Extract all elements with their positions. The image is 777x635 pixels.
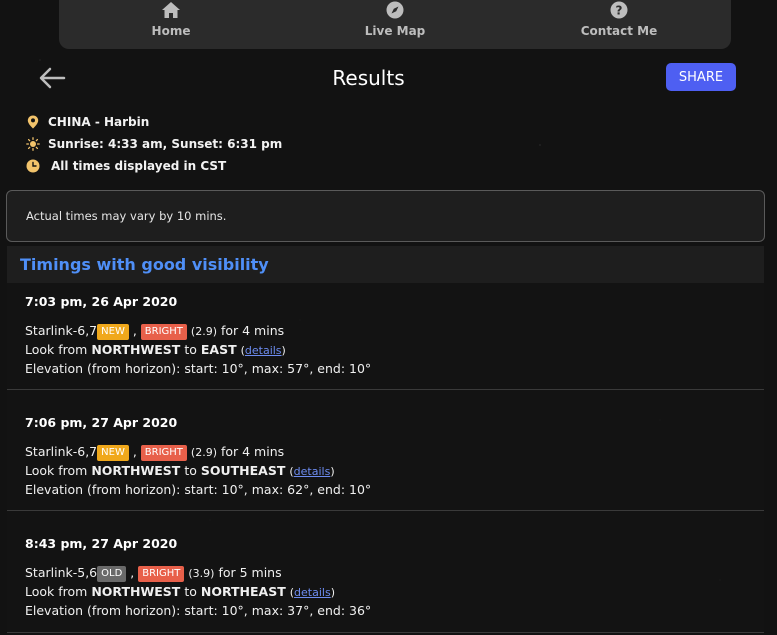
nav-label: Live Map <box>364 24 426 38</box>
separator: , <box>132 444 137 459</box>
home-icon <box>161 0 181 20</box>
magnitude: (3.9) <box>188 567 215 580</box>
sun-times-row: Sunrise: 4:33 am, Sunset: 6:31 pm <box>26 137 282 151</box>
svg-text:?: ? <box>616 4 623 18</box>
to-word: to <box>184 342 197 357</box>
magnitude: (2.9) <box>190 446 217 459</box>
satellite-name: Starlink-6,7 <box>25 444 98 459</box>
look-prefix: Look from <box>25 463 88 478</box>
timezone-row: All times displayed in CST <box>26 159 226 173</box>
map-pin-icon <box>26 115 40 129</box>
direction-to: SOUTHEAST <box>200 463 286 478</box>
pass-elevation-line: Elevation (from horizon): start: 10°, ma… <box>25 603 372 618</box>
top-nav: Home Live Map ? Contact Me <box>59 0 731 49</box>
new-badge: NEW <box>97 445 129 461</box>
pass-direction-line: Look from NORTHWEST to NORTHEAST (detail… <box>25 584 335 599</box>
pass-direction-line: Look from NORTHWEST to EAST (details) <box>25 342 286 357</box>
nav-label: Contact Me <box>580 24 658 38</box>
pass-satellite-line: Starlink-6,7 NEW , BRIGHT (2.9) for 4 min… <box>25 322 764 341</box>
details-link[interactable]: details <box>245 344 282 357</box>
pass-time: 8:43 pm, 27 Apr 2020 <box>25 536 178 551</box>
old-badge: OLD <box>97 566 127 582</box>
details-link[interactable]: details <box>294 586 331 599</box>
accuracy-notice: Actual times may vary by 10 mins. <box>6 190 765 242</box>
clock-icon <box>26 159 40 173</box>
bright-badge: BRIGHT <box>138 566 185 582</box>
nav-item-home[interactable]: Home <box>81 0 261 38</box>
direction-to: EAST <box>200 342 237 357</box>
accuracy-notice-text: Actual times may vary by 10 mins. <box>26 209 227 223</box>
bright-badge: BRIGHT <box>140 445 187 461</box>
help-icon: ? <box>609 0 629 20</box>
satellite-name: Starlink-5,6 <box>25 565 98 580</box>
pass-time: 7:03 pm, 26 Apr 2020 <box>25 294 178 309</box>
pass-entry: 7:03 pm, 26 Apr 2020 Starlink-6,7 NEW , B… <box>7 283 764 390</box>
new-badge: NEW <box>97 324 129 340</box>
compass-icon <box>385 0 405 20</box>
share-button[interactable]: SHARE <box>666 63 736 91</box>
pass-satellite-line: Starlink-5,6 OLD , BRIGHT (3.9) for 5 min… <box>25 564 764 583</box>
details-link[interactable]: details <box>294 465 331 478</box>
sun-times-text: Sunrise: 4:33 am, Sunset: 6:31 pm <box>48 137 283 151</box>
nav-item-live-map[interactable]: Live Map <box>305 0 485 38</box>
location-text: CHINA - Harbin <box>48 115 150 129</box>
direction-from: NORTHWEST <box>91 463 181 478</box>
duration: for 4 mins <box>220 323 285 338</box>
pass-direction-line: Look from NORTHWEST to SOUTHEAST (detail… <box>25 463 335 478</box>
satellite-name: Starlink-6,7 <box>25 323 98 338</box>
direction-from: NORTHWEST <box>91 584 181 599</box>
duration: for 4 mins <box>220 444 285 459</box>
separator: , <box>132 323 137 338</box>
pass-entry: 7:06 pm, 27 Apr 2020 Starlink-6,7 NEW , B… <box>7 390 764 511</box>
look-prefix: Look from <box>25 584 88 599</box>
duration: for 5 mins <box>218 565 282 580</box>
location-row: CHINA - Harbin <box>26 115 149 129</box>
look-prefix: Look from <box>25 342 88 357</box>
to-word: to <box>184 463 197 478</box>
pass-satellite-line: Starlink-6,7 NEW , BRIGHT (2.9) for 4 min… <box>25 443 764 462</box>
separator: , <box>130 565 135 580</box>
bright-badge: BRIGHT <box>140 324 187 340</box>
direction-from: NORTHWEST <box>91 342 181 357</box>
timezone-text: All times displayed in CST <box>51 159 227 173</box>
nav-label: Home <box>151 24 191 38</box>
nav-item-contact-me[interactable]: ? Contact Me <box>529 0 709 38</box>
section-heading: Timings with good visibility <box>7 246 764 283</box>
sun-icon <box>26 137 40 151</box>
pass-elevation-line: Elevation (from horizon): start: 10°, ma… <box>25 361 372 376</box>
page-title: Results <box>332 66 405 90</box>
direction-to: NORTHEAST <box>200 584 286 599</box>
magnitude: (2.9) <box>190 325 217 338</box>
pass-time: 7:06 pm, 27 Apr 2020 <box>25 415 178 430</box>
pass-elevation-line: Elevation (from horizon): start: 10°, ma… <box>25 482 372 497</box>
to-word: to <box>184 584 197 599</box>
pass-entry: 8:43 pm, 27 Apr 2020 Starlink-5,6 OLD , B… <box>7 511 764 633</box>
